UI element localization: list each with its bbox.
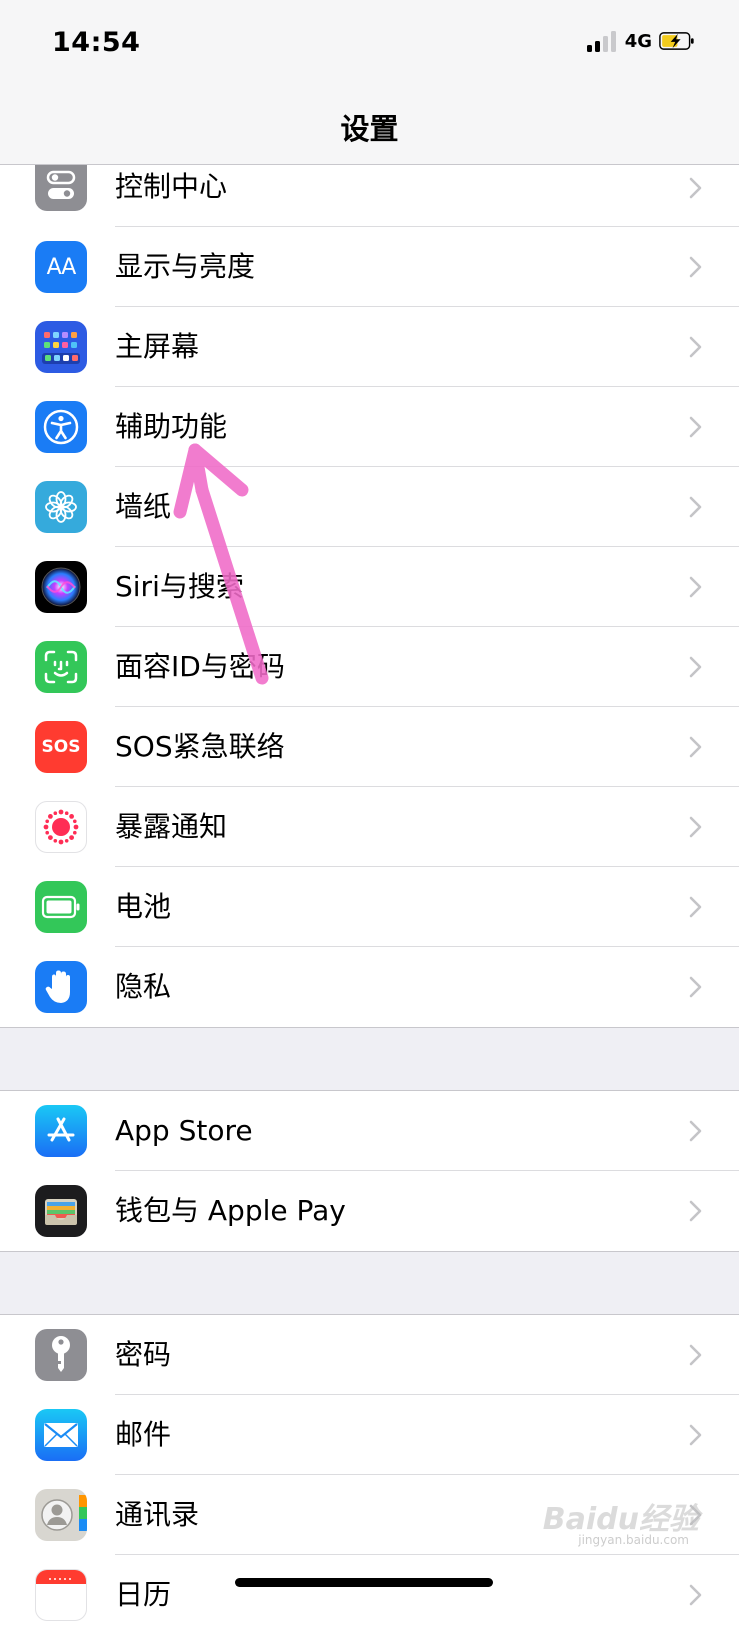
settings-group-store: App Store 钱包与 Apple Pay [0,1091,739,1251]
settings-row-wallpaper[interactable]: 墙纸 [0,467,739,547]
baidu-watermark-url: jingyan.baidu.com [578,1533,689,1547]
battery-icon [35,881,87,933]
navigation-bar: 设置 [0,88,739,165]
wallpaper-icon [35,481,87,533]
settings-row-exposure-notifications[interactable]: 暴露通知 [0,787,739,867]
settings-row-control-center[interactable]: 控制中心 [0,165,739,227]
face-id-icon [35,641,87,693]
chevron-right-icon [689,177,702,199]
wallet-icon [35,1185,87,1237]
chevron-right-icon [689,576,702,598]
settings-row-mail[interactable]: 邮件 [0,1395,739,1475]
sos-glyph: SOS [41,737,81,757]
settings-row-label: App Store [115,1114,253,1147]
section-gap [0,1027,739,1091]
settings-row-label: 密码 [115,1338,172,1371]
chevron-right-icon [689,416,702,438]
status-bar: 14:54 4G [0,0,739,88]
sos-icon: SOS [35,721,87,773]
settings-row-passwords[interactable]: 密码 [0,1315,739,1395]
network-type: 4G [624,30,652,52]
settings-list[interactable]: 控制中心 AA 显示与亮度 主屏幕 辅助功能 墙纸 Siri与搜索 面容ID与密… [0,165,739,1635]
home-indicator[interactable] [235,1578,493,1587]
settings-row-label: SOS紧急联络 [115,730,285,763]
chevron-right-icon [689,896,702,918]
chevron-right-icon [689,1200,702,1222]
status-time: 14:54 [52,27,141,58]
settings-row-label: 钱包与 Apple Pay [115,1194,346,1227]
passwords-key-icon [35,1329,87,1381]
contacts-icon [35,1489,87,1541]
mail-icon [35,1409,87,1461]
settings-row-calendar[interactable]: 日历 [0,1555,739,1635]
chevron-right-icon [689,1584,702,1606]
settings-row-app-store[interactable]: App Store [0,1091,739,1171]
display-brightness-icon: AA [35,241,87,293]
baidu-watermark-logo: Baidu经验 [542,1502,699,1537]
settings-row-label: 暴露通知 [115,810,228,843]
settings-row-accessibility[interactable]: 辅助功能 [0,387,739,467]
chevron-right-icon [689,256,702,278]
home-screen-icon [35,321,87,373]
page-title: 设置 [340,112,399,146]
chevron-right-icon [689,336,702,358]
settings-row-label: 电池 [115,890,172,923]
settings-row-home-screen[interactable]: 主屏幕 [0,307,739,387]
chevron-right-icon [689,1424,702,1446]
settings-row-label: 隐私 [115,970,172,1003]
settings-row-label: 通讯录 [115,1498,200,1531]
display-brightness-glyph: AA [46,254,77,280]
settings-group-apps: 密码 邮件 通讯录 日历 [0,1315,739,1635]
control-center-icon [35,165,87,211]
settings-row-siri-search[interactable]: Siri与搜索 [0,547,739,627]
settings-row-face-id-passcode[interactable]: 面容ID与密码 [0,627,739,707]
calendar-icon [35,1569,87,1621]
settings-row-emergency-sos[interactable]: SOS SOS紧急联络 [0,707,739,787]
exposure-notification-icon [35,801,87,853]
settings-row-privacy[interactable]: 隐私 [0,947,739,1027]
section-gap [0,1251,739,1315]
annotation-arrow-icon [173,443,269,685]
battery-status-icon [659,32,694,50]
settings-row-label: 主屏幕 [115,330,200,363]
chevron-right-icon [689,1120,702,1142]
settings-group-general: 控制中心 AA 显示与亮度 主屏幕 辅助功能 墙纸 Siri与搜索 面容ID与密… [0,165,739,1027]
settings-row-battery[interactable]: 电池 [0,867,739,947]
settings-row-label: 显示与亮度 [115,250,256,283]
chevron-right-icon [689,816,702,838]
status-indicators: 4G [586,30,695,52]
chevron-right-icon [689,736,702,758]
settings-row-label: 日历 [115,1578,172,1611]
chevron-right-icon [689,976,702,998]
settings-row-wallet-apple-pay[interactable]: 钱包与 Apple Pay [0,1171,739,1251]
settings-row-display-brightness[interactable]: AA 显示与亮度 [0,227,739,307]
siri-icon [35,561,87,613]
chevron-right-icon [689,656,702,678]
settings-row-label: 邮件 [115,1418,172,1451]
app-store-icon [35,1105,87,1157]
chevron-right-icon [689,1344,702,1366]
accessibility-icon [35,401,87,453]
privacy-hand-icon [35,961,87,1013]
settings-row-label: 控制中心 [115,170,228,203]
cellular-signal-icon [586,30,616,52]
chevron-right-icon [689,496,702,518]
